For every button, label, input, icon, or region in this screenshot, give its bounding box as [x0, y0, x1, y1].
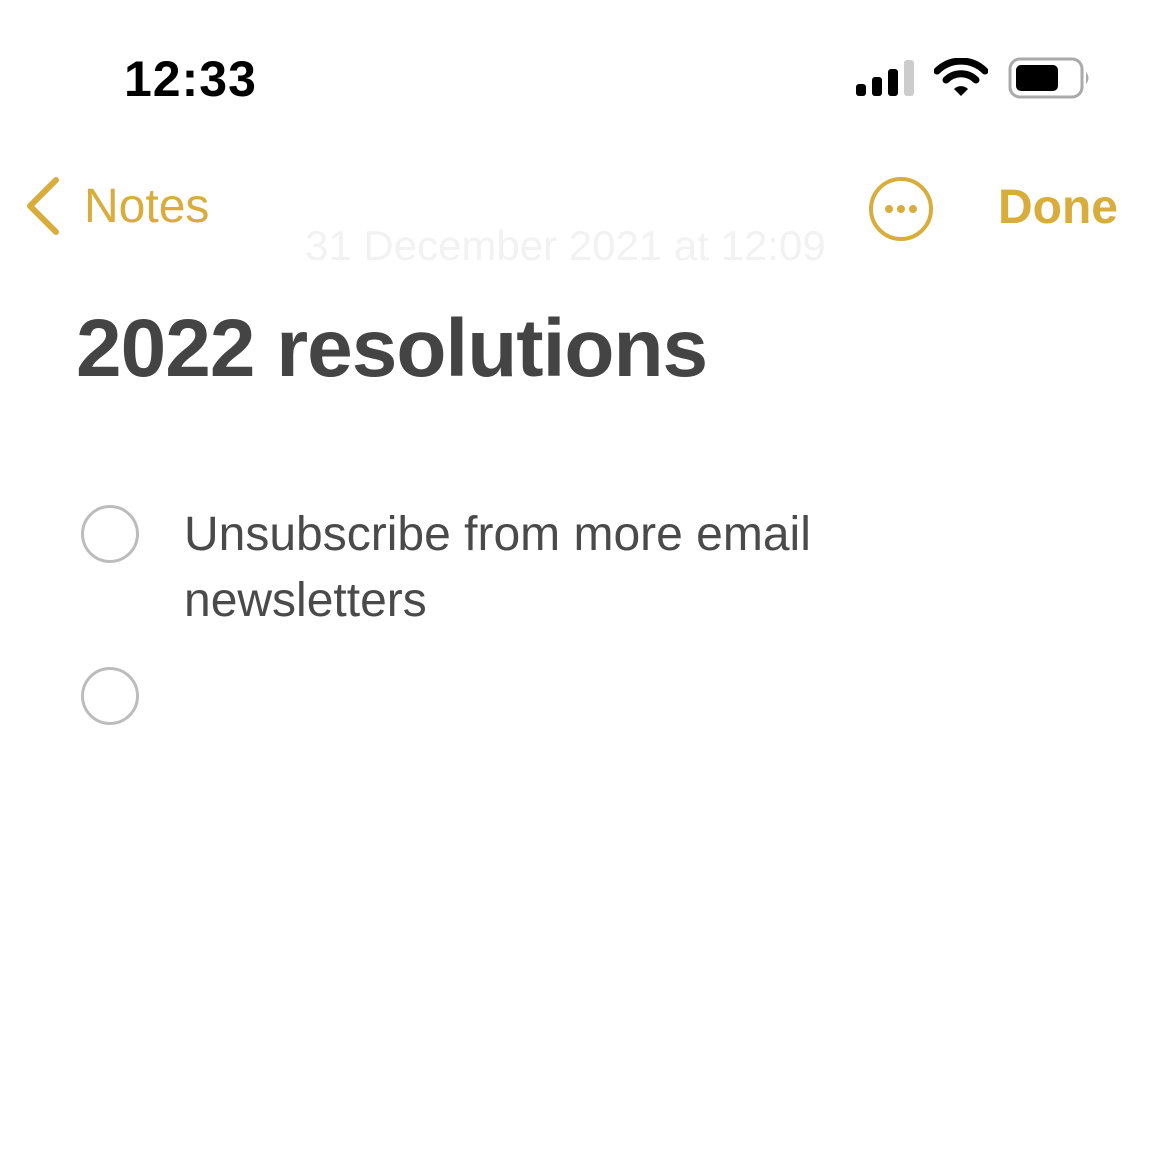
status-time: 12:33 — [124, 51, 257, 107]
cellular-signal-icon — [856, 60, 914, 96]
checklist-item-text[interactable] — [184, 664, 944, 730]
note-date: 31 December 2021 at 12:09 — [305, 222, 826, 269]
checklist-checkbox[interactable] — [81, 505, 139, 563]
battery-icon — [1008, 57, 1089, 99]
checklist-item-text[interactable]: Unsubscribe from more email newsletters — [184, 502, 944, 634]
note-title[interactable]: 2022 resolutions — [76, 302, 708, 396]
more-options-icon[interactable] — [868, 176, 934, 242]
wifi-icon — [934, 58, 988, 96]
chevron-left-icon — [27, 177, 59, 235]
done-button[interactable]: Done — [998, 180, 1118, 235]
back-button[interactable]: Notes — [24, 176, 209, 236]
back-label: Notes — [84, 179, 210, 233]
checklist-checkbox[interactable] — [81, 667, 139, 725]
